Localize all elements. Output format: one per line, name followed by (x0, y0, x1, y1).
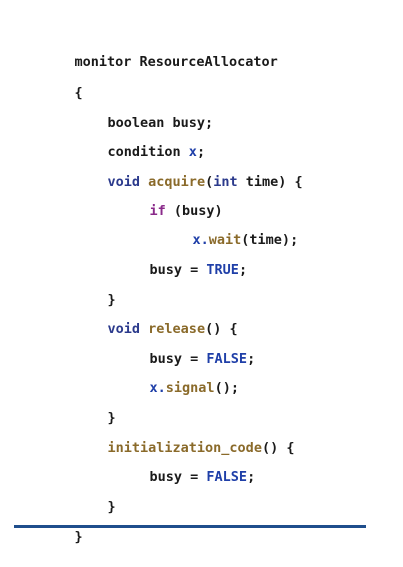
busy-assign-text: busy = (149, 262, 207, 278)
code-line-release-signature: void release() { (75, 299, 238, 337)
code-line-if-busy: if (busy) (117, 181, 223, 219)
code-line-acquire-close: } (75, 270, 116, 308)
code-line-open-brace: { (42, 63, 83, 101)
code-line-boolean-busy: boolean busy; (75, 93, 214, 131)
code-line-init-busy-false: busy = FALSE; (117, 447, 256, 485)
code-line-init-close: } (75, 477, 116, 515)
busy-assign-text: busy = (149, 469, 207, 485)
code-line-condition-x: condition x; (75, 122, 206, 160)
false-constant: FALSE (206, 469, 248, 485)
monitor-close-brace: } (74, 529, 83, 545)
acquire-params-text: time) { (237, 174, 303, 190)
signal-receiver: x. (149, 380, 166, 396)
signal-args-text: (); (214, 380, 239, 396)
code-line-acquire-signature: void acquire(int time) { (75, 152, 303, 190)
true-constant: TRUE (206, 262, 239, 278)
bottom-divider-rule (14, 525, 366, 528)
code-line-release-close: } (75, 388, 116, 426)
monitor-declaration-text: monitor ResourceAllocator (74, 54, 278, 70)
code-line-monitor-declaration: monitor ResourceAllocator (42, 32, 278, 70)
signal-method-name: signal (165, 380, 215, 396)
init-false-semicolon: ; (247, 469, 256, 485)
wait-args-text: (time); (241, 232, 299, 248)
code-line-monitor-close: } (42, 507, 83, 545)
code-listing: monitor ResourceAllocator { boolean busy… (0, 0, 403, 550)
code-line-wait-call: x.wait(time); (160, 210, 299, 248)
busy-false-semicolon: ; (247, 351, 256, 367)
busy-true-semicolon: ; (238, 262, 248, 278)
code-line-release-busy-false: busy = FALSE; (117, 329, 256, 367)
init-params-text: () { (261, 440, 295, 456)
code-line-init-signature: initialization_code() { (75, 418, 295, 456)
code-line-busy-true: busy = TRUE; (117, 240, 248, 278)
code-line-signal-call: x.signal(); (117, 358, 239, 396)
init-close-brace: } (107, 499, 116, 515)
